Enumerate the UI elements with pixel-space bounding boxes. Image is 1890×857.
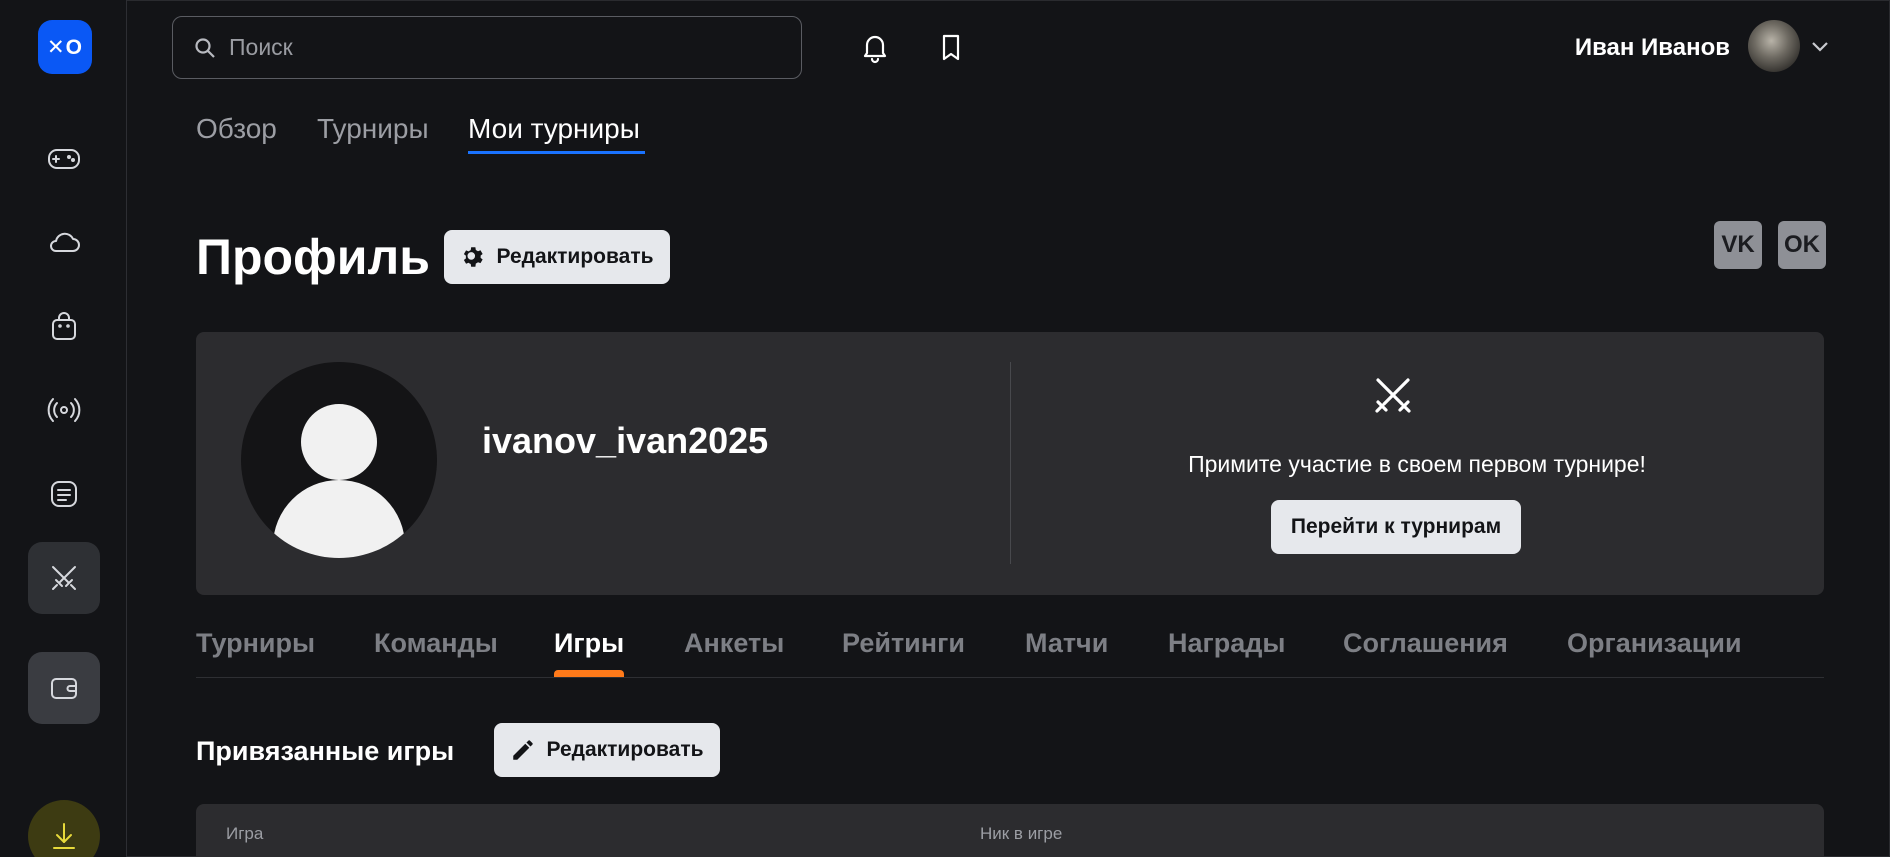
- search-box[interactable]: [172, 16, 802, 79]
- ptab-forms[interactable]: Анкеты: [684, 628, 784, 659]
- tournaments-swords-icon[interactable]: [28, 542, 100, 614]
- bookmark-icon[interactable]: [932, 28, 970, 66]
- search-icon: [195, 37, 215, 58]
- column-header-nickname: Ник в игре: [980, 824, 1063, 843]
- cloud-icon[interactable]: [28, 206, 100, 278]
- app-logo[interactable]: ✕O: [38, 20, 92, 74]
- profile-avatar[interactable]: [241, 362, 437, 558]
- user-name[interactable]: Иван Иванов: [1575, 34, 1730, 62]
- column-header-game: Игра: [226, 824, 264, 843]
- shopping-bag-icon[interactable]: [28, 290, 100, 362]
- tab-my-tournaments[interactable]: Мои турниры: [468, 113, 640, 145]
- bell-icon[interactable]: [856, 28, 894, 66]
- edit-profile-button[interactable]: Редактировать: [444, 230, 670, 284]
- ptab-organizations[interactable]: Организации: [1567, 628, 1742, 659]
- search-input[interactable]: [229, 34, 789, 61]
- ok-icon[interactable]: OK: [1778, 221, 1826, 269]
- ptab-tournaments[interactable]: Турниры: [196, 628, 315, 659]
- news-icon[interactable]: [28, 458, 100, 530]
- user-avatar[interactable]: [1748, 20, 1800, 72]
- linked-games-title: Привязанные игры: [196, 736, 455, 766]
- ptab-agreements[interactable]: Соглашения: [1343, 628, 1508, 659]
- ptab-teams[interactable]: Команды: [374, 628, 498, 659]
- tab-overview[interactable]: Обзор: [196, 113, 277, 145]
- edit-profile-label: Редактировать: [496, 245, 654, 268]
- crossed-swords-icon: [1370, 372, 1416, 418]
- ptab-awards[interactable]: Награды: [1168, 628, 1285, 659]
- active-tab-indicator: [468, 151, 645, 154]
- ptab-ratings[interactable]: Рейтинги: [842, 628, 965, 659]
- ptab-matches[interactable]: Матчи: [1025, 628, 1108, 659]
- linked-games-table: Игра Ник в игре: [196, 804, 1824, 857]
- tabs-divider: [196, 677, 1824, 678]
- ptab-games[interactable]: Игры: [554, 628, 624, 659]
- first-tournament-invite: Примите участие в своем первом турнире!: [1188, 451, 1646, 477]
- go-to-tournaments-button[interactable]: Перейти к турнирам: [1271, 500, 1521, 554]
- gear-icon: [464, 247, 484, 267]
- tab-tournaments[interactable]: Турниры: [317, 113, 429, 145]
- wallet-icon[interactable]: [28, 652, 100, 724]
- edit-linked-games-button[interactable]: Редактировать: [494, 723, 720, 777]
- broadcast-icon[interactable]: [28, 374, 100, 446]
- profile-card: ivanov_ivan2025 Примите участие в своем …: [196, 332, 1824, 595]
- profile-username: ivanov_ivan2025: [482, 420, 769, 461]
- active-ptab-indicator: [554, 670, 624, 677]
- chevron-down-icon[interactable]: [1808, 34, 1832, 58]
- sidebar: ✕O: [0, 0, 127, 857]
- gamepad-icon[interactable]: [28, 122, 100, 194]
- download-icon[interactable]: [28, 800, 100, 857]
- vk-icon[interactable]: VK: [1714, 221, 1762, 269]
- pencil-icon: [513, 740, 534, 760]
- page-title: Профиль: [196, 229, 431, 285]
- edit-linked-games-label: Редактировать: [546, 738, 704, 761]
